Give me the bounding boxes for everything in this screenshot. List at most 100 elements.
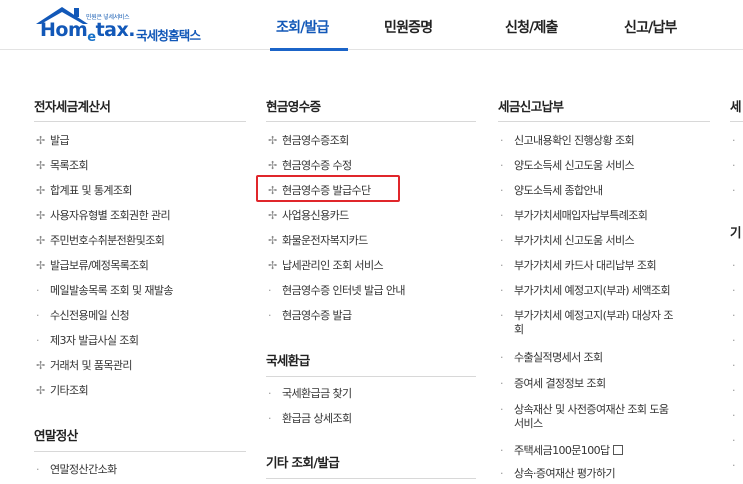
dot-bullet-icon: · <box>500 309 504 322</box>
header: 민원은 넣세서비스 Hometax. 국세청홈택스 조회/발급 민원증명 신청/… <box>0 0 743 50</box>
divider <box>266 478 476 479</box>
cross-bullet-icon: ✢ <box>268 134 277 147</box>
dot-bullet-icon: · <box>36 463 40 476</box>
cross-bullet-icon: ✢ <box>36 234 45 247</box>
menu-item-refund-detail[interactable]: · 환급금 상세조회 <box>268 412 352 426</box>
menu-title-other-lookup-issue[interactable]: 기타 조회/발급 <box>266 452 340 471</box>
dot-bullet-icon: · <box>732 459 735 472</box>
divider <box>34 451 246 452</box>
menu-item-inheritance-lookup[interactable]: · 상속재산 및 사전증여재산 조회 도움 서비스 <box>500 403 669 431</box>
cross-bullet-icon: ✢ <box>36 259 45 272</box>
menu-title-e-tax-invoice[interactable]: 전자세금계산서 <box>34 96 111 115</box>
menu-item-vat-notice-amount[interactable]: · 부가가치세 예정고지(부과) 세액조회 <box>500 284 671 298</box>
menu-item-vat-notice-target[interactable]: · 부가가치세 예정고지(부과) 대상자 조회 <box>500 309 673 337</box>
menu-item-partner-items[interactable]: ✢ 거래처 및 품목관리 <box>36 359 133 373</box>
divider <box>730 121 743 122</box>
menu-title-tax-refund[interactable]: 국세환급 <box>266 350 310 369</box>
dot-bullet-icon: · <box>732 384 735 397</box>
menu-title-year-end-settlement[interactable]: 연말정산 <box>34 425 78 444</box>
dot-bullet-icon: · <box>500 351 504 364</box>
menu-title-cash-receipt[interactable]: 현금영수증 <box>266 96 321 115</box>
gnb-tab-report-pay[interactable]: 신고/납부 <box>624 17 677 37</box>
menu-item-tax-agent-lookup[interactable]: ✢ 납세관리인 조회 서비스 <box>268 259 384 273</box>
dot-bullet-icon: · <box>732 334 735 347</box>
dot-bullet-icon: · <box>500 377 504 390</box>
gnb-tab-apply-submit[interactable]: 신청/제출 <box>505 17 558 37</box>
menu-item-summary-stats[interactable]: ✢ 합계표 및 통계조회 <box>36 184 133 198</box>
menu-item-issue[interactable]: ✢ 발급 <box>36 134 70 148</box>
menu-item-find-refund[interactable]: · 국세환급금 찾기 <box>268 387 352 401</box>
menu-item-pending-list[interactable]: ✢ 발급보류/예정목록조회 <box>36 259 149 273</box>
dot-bullet-icon: · <box>732 359 735 372</box>
menu-item-export-record[interactable]: · 수출실적명세서 조회 <box>500 351 603 365</box>
cross-bullet-icon: ✢ <box>36 159 45 172</box>
menu-item-internet-issue-guide[interactable]: · 현금영수증 인터넷 발급 안내 <box>268 284 406 298</box>
cross-bullet-icon: ✢ <box>36 184 45 197</box>
dot-bullet-icon: · <box>500 159 504 172</box>
dot-bullet-icon: · <box>732 259 735 272</box>
cross-bullet-icon: ✢ <box>268 209 277 222</box>
menu-item-mail-resend[interactable]: · 메일발송목록 조회 및 재발송 <box>36 284 174 298</box>
menu-item-user-permission[interactable]: ✢ 사용자유형별 조회권한 관리 <box>36 209 171 223</box>
dot-bullet-icon: · <box>500 184 504 197</box>
menu-item-business-card[interactable]: ✢ 사업용신용카드 <box>268 209 349 223</box>
external-link-icon <box>612 445 623 455</box>
dot-bullet-icon: · <box>500 234 504 247</box>
menu-item-third-party[interactable]: · 제3자 발급사실 조회 <box>36 334 139 348</box>
menu-title-partial-col4[interactable]: 세 <box>730 96 742 115</box>
gnb-active-indicator <box>270 48 348 51</box>
dot-bullet-icon: · <box>500 209 504 222</box>
divider <box>498 121 710 122</box>
menu-item-transfer-tax-guide[interactable]: · 양도소득세 종합안내 <box>500 184 603 198</box>
menu-item-list-view[interactable]: ✢ 목록조회 <box>36 159 89 173</box>
menu-item-cash-receipt-issue[interactable]: · 현금영수증 발급 <box>268 309 352 323</box>
menu-item-transfer-tax-help[interactable]: · 양도소득세 신고도움 서비스 <box>500 159 635 173</box>
dot-bullet-icon: · <box>732 309 735 322</box>
menu-item-cash-receipt-edit[interactable]: ✢ 현금영수증 수정 <box>268 159 352 173</box>
dot-bullet-icon: · <box>732 409 735 422</box>
menu-item-resident-number-conversion[interactable]: ✢ 주민번호수취분전환및조회 <box>36 234 165 248</box>
dot-bullet-icon: · <box>36 284 40 297</box>
menu-title-tax-report-pay[interactable]: 세금신고납부 <box>498 96 564 115</box>
menu-item-simplified-settlement[interactable]: · 연말정산간소화 <box>36 463 117 477</box>
logo-korean-name: 국세청홈택스 <box>136 28 201 43</box>
menu-item-vat-report-help[interactable]: · 부가가치세 신고도움 서비스 <box>500 234 635 248</box>
cross-bullet-icon: ✢ <box>36 359 45 372</box>
menu-item-gift-tax-decision[interactable]: · 증여세 결정정보 조회 <box>500 377 606 391</box>
menu-item-receive-mail[interactable]: · 수신전용메일 신청 <box>36 309 130 323</box>
cross-bullet-icon: ✢ <box>268 259 277 272</box>
dot-bullet-icon: · <box>36 309 40 322</box>
cross-bullet-icon: ✢ <box>36 209 45 222</box>
menu-item-housing-tax-qa[interactable]: · 주택세금100문100답 <box>500 444 623 458</box>
dot-bullet-icon: · <box>268 387 272 400</box>
cross-bullet-icon: ✢ <box>36 134 45 147</box>
divider <box>34 121 246 122</box>
dot-bullet-icon: · <box>500 467 504 480</box>
dot-bullet-icon: · <box>268 412 272 425</box>
dot-bullet-icon: · <box>732 159 735 172</box>
menu-item-report-progress[interactable]: · 신고내용확인 진행상황 조회 <box>500 134 635 148</box>
dot-bullet-icon: · <box>36 334 40 347</box>
menu-item-freight-driver-card[interactable]: ✢ 화물운전자복지카드 <box>268 234 368 248</box>
divider <box>266 376 476 377</box>
dot-bullet-icon: · <box>500 403 504 416</box>
menu-item-cash-receipt-lookup[interactable]: ✢ 현금영수증조회 <box>268 134 349 148</box>
gnb-tab-lookup-issue[interactable]: 조회/발급 <box>276 17 329 37</box>
hometax-logo[interactable]: 민원은 넣세서비스 Hometax. 국세청홈택스 <box>34 4 224 48</box>
divider <box>266 121 476 122</box>
menu-item-asset-valuation[interactable]: · 상속·증여재산 평가하기 <box>500 467 616 481</box>
menu-item-vat-card-proxy[interactable]: · 부가가치세 카드사 대리납부 조회 <box>500 259 657 273</box>
menu-item-other-lookup[interactable]: ✢ 기타조회 <box>36 384 89 398</box>
cross-bullet-icon: ✢ <box>268 234 277 247</box>
gnb-tab-civil-certificate[interactable]: 민원증명 <box>384 17 433 37</box>
dot-bullet-icon: · <box>268 284 272 297</box>
dot-bullet-icon: · <box>500 284 504 297</box>
dot-bullet-icon: · <box>500 259 504 272</box>
dot-bullet-icon: · <box>732 184 735 197</box>
dot-bullet-icon: · <box>732 134 735 147</box>
cross-bullet-icon: ✢ <box>268 159 277 172</box>
logo-wordmark: Hometax. <box>40 19 135 45</box>
menu-title-partial-col4-second[interactable]: 기 <box>730 222 742 241</box>
dot-bullet-icon: · <box>500 444 504 457</box>
menu-item-vat-buyer-special[interactable]: · 부가가치세매입자납부특례조회 <box>500 209 648 223</box>
